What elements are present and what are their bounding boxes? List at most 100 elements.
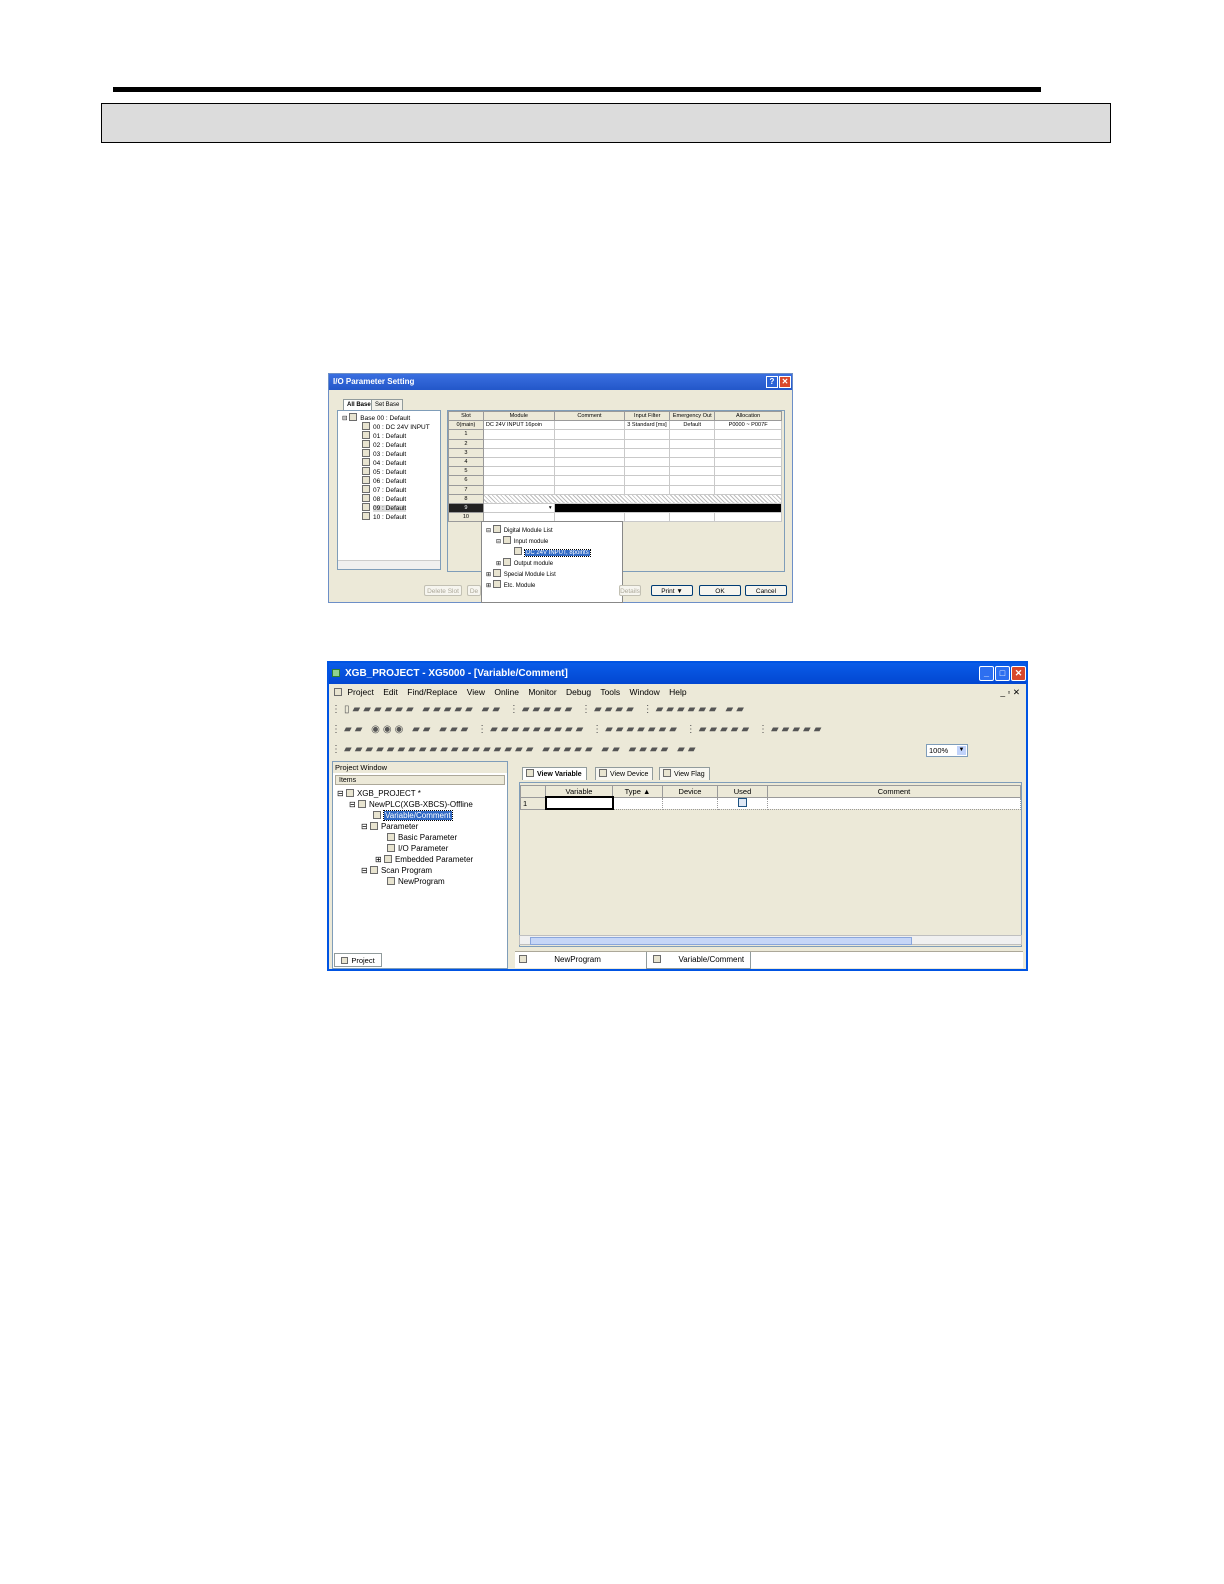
menu-edit[interactable]: Edit — [383, 687, 398, 697]
popup-item[interactable]: ⊟ Digital Module List — [486, 525, 622, 536]
table-row[interactable]: 0(main) DC 24V INPUT 16poin 3 Standard [… — [448, 420, 782, 431]
list-icon — [492, 569, 501, 577]
popup-item[interactable]: ⊟ Input module — [486, 536, 622, 547]
toolbar-3[interactable]: ⋮▰▰▰▰▰▰▰▰▰▰▰▰▰▰▰▰▰▰ ▰▰▰▰▰ ▰▰ ▰▰▰▰ ▰▰ — [331, 741, 1024, 759]
variable-table: Variable Type ▲ Device Used Comment 1 — [520, 785, 1021, 810]
slot-icon — [362, 476, 370, 484]
table-row[interactable]: 7 — [448, 484, 782, 495]
delete-slot-button[interactable]: Delete Slot — [424, 585, 462, 596]
tree-item[interactable]: ⊟ Scan Program — [337, 865, 473, 876]
tree-item[interactable]: ⊟ XGB_PROJECT * — [337, 788, 473, 799]
details-button[interactable]: Details — [619, 585, 641, 596]
tree-item-selected[interactable]: Variable/Comment — [337, 810, 473, 821]
device-cell[interactable] — [662, 796, 718, 810]
tree-item[interactable]: ⊟ Parameter — [337, 821, 473, 832]
col-device[interactable]: Device — [662, 785, 718, 798]
table-row[interactable]: 8 — [448, 493, 783, 504]
tree-item[interactable]: ⊞ Embedded Parameter — [337, 854, 473, 865]
tree-item[interactable]: NewProgram — [337, 876, 473, 887]
help-button[interactable]: ? — [766, 376, 778, 388]
tab-view-device[interactable]: View Device — [595, 767, 654, 780]
table-row[interactable]: 1 — [448, 429, 782, 440]
tree-item[interactable]: 05 : Default — [342, 467, 430, 476]
slot-icon — [362, 440, 370, 448]
ok-button[interactable]: OK — [699, 585, 741, 596]
tree-item[interactable]: 02 : Default — [342, 440, 430, 449]
table-row[interactable]: 6 — [448, 475, 782, 486]
tree-item[interactable]: ⊟ Base 00 : Default — [342, 413, 430, 422]
table-row[interactable]: 4 — [448, 456, 782, 468]
table-row[interactable]: 2 — [448, 438, 782, 449]
comment-cell[interactable] — [767, 796, 1021, 810]
tree-item[interactable]: 07 : Default — [342, 485, 430, 494]
toolbar-2[interactable]: ⋮▰▰ ◉◉◉ ▰▰ ▰▰▰ ⋮▰▰▰▰▰▰▰▰▰ ⋮▰▰▰▰▰▰▰ ⋮▰▰▰▰… — [331, 721, 1024, 739]
tab-set-base[interactable]: Set Base — [371, 399, 404, 410]
table-row[interactable]: 3 — [448, 447, 782, 458]
col-comment: Comment — [553, 410, 626, 422]
tree-hscroll[interactable] — [338, 560, 440, 569]
folder-icon — [502, 558, 511, 566]
menu-view[interactable]: View — [467, 687, 485, 697]
table-row-selected[interactable]: 9 ▾ — [448, 502, 783, 514]
popup-item-selected[interactable]: DC 24V INPUT, 8points — [486, 547, 622, 558]
close-button[interactable]: ✕ — [779, 376, 791, 388]
tree-item[interactable]: I/O Parameter — [337, 843, 473, 854]
col-type[interactable]: Type ▲ — [612, 785, 663, 798]
print-button[interactable]: Print ▼ — [651, 585, 693, 596]
tab-project[interactable]: Project — [334, 953, 382, 967]
project-window-title: Project Window — [333, 762, 507, 773]
tree-item[interactable]: 06 : Default — [342, 476, 430, 485]
menu-find-replace[interactable]: Find/Replace — [407, 687, 457, 697]
used-checkbox[interactable] — [717, 796, 768, 810]
tree-item[interactable]: 04 : Default — [342, 458, 430, 467]
menu-project[interactable]: Project — [347, 687, 373, 697]
popup-item[interactable]: ⊞ Output module — [486, 558, 622, 569]
horizontal-scrollbar[interactable] — [519, 935, 1022, 945]
mdi-controls[interactable]: _ ▫ ✕ — [1000, 685, 1020, 699]
col-comment[interactable]: Comment — [767, 785, 1021, 798]
de-button[interactable]: De — [467, 585, 481, 596]
tree-item[interactable]: 08 : Default — [342, 494, 430, 503]
cancel-button[interactable]: Cancel — [745, 585, 787, 596]
slot-icon — [362, 449, 370, 457]
menu-online[interactable]: Online — [494, 687, 519, 697]
tree-item[interactable]: 01 : Default — [342, 431, 430, 440]
tree-item[interactable]: 03 : Default — [342, 449, 430, 458]
plc-icon — [357, 800, 366, 808]
col-module: Module — [482, 410, 555, 422]
close-button[interactable]: ✕ — [1011, 666, 1026, 681]
tab-variable-comment[interactable]: Variable/Comment — [646, 952, 752, 969]
zoom-select[interactable]: 100% ▼ — [926, 744, 968, 757]
menu-monitor[interactable]: Monitor — [528, 687, 556, 697]
menu-window[interactable]: Window — [630, 687, 660, 697]
col-emergency-out: Emergency Out — [669, 410, 716, 422]
folder-icon — [502, 536, 511, 544]
tab-all-base[interactable]: All Base — [343, 399, 375, 410]
popup-item[interactable]: ⊞ Etc. Module — [486, 580, 622, 591]
table-row[interactable]: 5 — [448, 466, 782, 477]
variable-cell[interactable] — [544, 796, 614, 810]
col-variable[interactable]: Variable — [545, 785, 613, 798]
tab-view-variable[interactable]: View Variable — [522, 767, 587, 780]
table-row[interactable]: 1 — [520, 796, 1021, 810]
tree-item[interactable]: 09 : Default — [342, 503, 430, 512]
minimize-button[interactable]: _ — [979, 666, 994, 681]
tree-item[interactable]: Basic Parameter — [337, 832, 473, 843]
tree-item[interactable]: 10 : Default — [342, 512, 430, 521]
maximize-button[interactable]: □ — [995, 666, 1010, 681]
menu-tools[interactable]: Tools — [600, 687, 620, 697]
tab-view-flag[interactable]: View Flag — [659, 767, 710, 780]
section-header-box — [101, 103, 1111, 143]
tree-item[interactable]: ⊟ NewPLC(XGB-XBCS)-Offline — [337, 799, 473, 810]
items-header: Items — [335, 775, 505, 785]
module-dropdown[interactable]: ▾ — [482, 502, 555, 514]
menu-help[interactable]: Help — [669, 687, 686, 697]
menu-debug[interactable]: Debug — [566, 687, 591, 697]
col-used[interactable]: Used — [717, 785, 768, 798]
tree-item[interactable]: 00 : DC 24V INPUT — [342, 422, 430, 431]
popup-item[interactable]: ⊞ Special Module List — [486, 569, 622, 580]
toolbar-1[interactable]: ⋮▯▰▰▰▰▰▰ ▰▰▰▰▰ ▰▰ ⋮▰▰▰▰▰ ⋮▰▰▰▰ ⋮▰▰▰▰▰▰ ▰… — [331, 701, 1024, 719]
scan-program-icon — [369, 866, 378, 874]
tab-newprogram[interactable]: NewProgram — [532, 952, 644, 968]
type-cell[interactable] — [612, 796, 663, 810]
